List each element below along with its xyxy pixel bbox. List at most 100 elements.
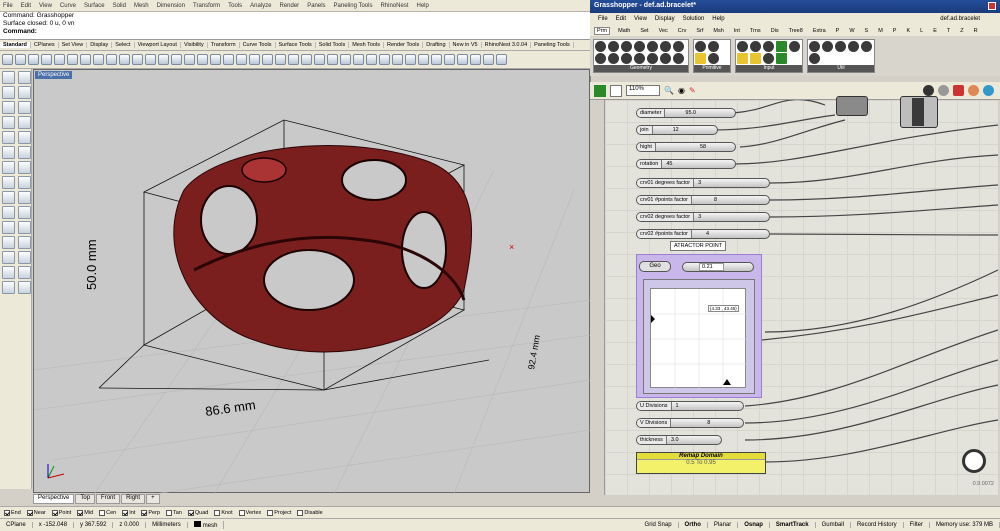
- point-param-icon[interactable]: [647, 41, 658, 52]
- gh-tab-extra-11[interactable]: Extra: [811, 28, 828, 34]
- left-tool-4-icon[interactable]: [18, 86, 31, 99]
- checkbox-icon[interactable]: [99, 509, 106, 516]
- gh-tab-prm-0[interactable]: Prm: [594, 26, 611, 35]
- print-icon[interactable]: [41, 54, 52, 65]
- status-layer[interactable]: mesh: [188, 521, 225, 529]
- toolbar-tab-select[interactable]: Select: [112, 42, 135, 48]
- pan-icon[interactable]: [132, 54, 143, 65]
- left-tool-29-icon[interactable]: [2, 281, 15, 294]
- viewport-title[interactable]: Perspective: [35, 71, 73, 79]
- layers-icon[interactable]: [249, 54, 260, 65]
- osnap-point[interactable]: Point: [51, 509, 71, 516]
- gh-tab-crv-4[interactable]: Crv: [676, 28, 689, 34]
- left-tool-18-icon[interactable]: [18, 191, 31, 204]
- zoom-extents-icon[interactable]: [184, 54, 195, 65]
- gh-tab-math-1[interactable]: Math: [616, 28, 632, 34]
- toolbar-tab-display[interactable]: Display: [87, 42, 113, 48]
- perspective-viewport[interactable]: × 50.0 mm 86.6 mm 92.4 mm: [33, 69, 592, 495]
- mesh-icon[interactable]: [444, 54, 455, 65]
- osnap-disable[interactable]: Disable: [297, 509, 323, 516]
- four-views-icon[interactable]: [210, 54, 221, 65]
- layout-icon[interactable]: [379, 54, 390, 65]
- vector-param-icon[interactable]: [660, 41, 671, 52]
- checkbox-icon[interactable]: [141, 509, 148, 516]
- menu-item-curve[interactable]: Curve: [60, 3, 76, 9]
- osnap-toggle[interactable]: Osnap: [738, 522, 770, 528]
- osnap-mid[interactable]: Mid: [77, 509, 93, 516]
- menu-item-view[interactable]: View: [39, 3, 52, 9]
- menu-item-tools[interactable]: Tools: [228, 3, 242, 9]
- gh-menu-view[interactable]: View: [634, 16, 647, 22]
- gh-menu-solution[interactable]: Solution: [683, 16, 705, 22]
- close-icon[interactable]: [988, 2, 996, 10]
- osnap-icon[interactable]: [366, 54, 377, 65]
- gh-menu-file[interactable]: File: [598, 16, 608, 22]
- analyze-icon[interactable]: [457, 54, 468, 65]
- osnap-project[interactable]: Project: [267, 509, 291, 516]
- open-icon[interactable]: [610, 84, 622, 97]
- gh-tab-s-14[interactable]: S: [863, 28, 871, 34]
- gh-tab-p-12[interactable]: P: [834, 28, 842, 34]
- record-history-toggle[interactable]: Record History: [851, 522, 904, 528]
- render-icon[interactable]: [288, 54, 299, 65]
- gh-tab-trns-8[interactable]: Trns: [748, 28, 763, 34]
- left-tool-30-icon[interactable]: [18, 281, 31, 294]
- checkbox-icon[interactable]: [214, 509, 221, 516]
- slider-join[interactable]: join 12: [636, 125, 718, 135]
- world-icon[interactable]: [496, 54, 507, 65]
- toolbar-tab-solid-tools[interactable]: Solid Tools: [316, 42, 350, 48]
- toolbar-tab-paneling-tools[interactable]: Paneling Tools: [531, 42, 574, 48]
- gh-tab-vec-3[interactable]: Vec: [657, 28, 670, 34]
- toolbar-tab-viewport-layout[interactable]: Viewport Layout: [135, 42, 181, 48]
- gh-tab-set-2[interactable]: Set: [638, 28, 650, 34]
- left-tool-15-icon[interactable]: [2, 176, 15, 189]
- gh-tab-p-16[interactable]: P: [891, 28, 899, 34]
- vp-tab-top[interactable]: Top: [75, 494, 96, 504]
- toolbar-tab-standard[interactable]: Standard: [0, 42, 31, 48]
- select-icon[interactable]: [236, 54, 247, 65]
- left-tool-8-icon[interactable]: [18, 116, 31, 129]
- slider-crv01-points-factor[interactable]: crv01 #points factor 8: [636, 195, 770, 205]
- status-cplane[interactable]: CPlane: [0, 522, 33, 528]
- checkbox-icon[interactable]: [297, 509, 304, 516]
- left-tool-17-icon[interactable]: [2, 191, 15, 204]
- left-tool-21-icon[interactable]: [2, 221, 15, 234]
- gumball-icon[interactable]: [431, 54, 442, 65]
- component-node-d[interactable]: [836, 96, 868, 116]
- toolbar-tab-visibility[interactable]: Visibility: [181, 42, 208, 48]
- left-tool-24-icon[interactable]: [18, 236, 31, 249]
- slider-diameter[interactable]: diameter 95.0: [636, 108, 736, 118]
- preview-selected-icon[interactable]: [968, 85, 979, 96]
- osnap-perp[interactable]: Perp: [141, 509, 160, 516]
- toggle-icon[interactable]: [750, 41, 761, 52]
- osnap-cen[interactable]: Cen: [99, 509, 116, 516]
- slider-crv01-degrees-factor[interactable]: crv01 degrees factor 3: [636, 178, 770, 188]
- md-slider-icon[interactable]: [763, 53, 774, 64]
- ortho-toggle[interactable]: Ortho: [679, 522, 708, 528]
- gh-tab-z-21[interactable]: Z: [958, 28, 965, 34]
- gh-tab-r-22[interactable]: R: [972, 28, 980, 34]
- left-tool-22-icon[interactable]: [18, 221, 31, 234]
- osnap-quad[interactable]: Quad: [187, 509, 208, 516]
- galapagos-icon[interactable]: [848, 41, 859, 52]
- zoom-in-icon[interactable]: 🔍: [664, 86, 674, 95]
- cluster-icon[interactable]: [809, 41, 820, 52]
- left-tool-5-icon[interactable]: [2, 101, 15, 114]
- toolbar-tab-render-tools[interactable]: Render Tools: [384, 42, 424, 48]
- checkbox-icon[interactable]: [238, 509, 245, 516]
- gh-menu-display[interactable]: Display: [655, 16, 675, 22]
- left-tool-19-icon[interactable]: [2, 206, 15, 219]
- swatch-icon[interactable]: [776, 41, 787, 52]
- menu-item-transform[interactable]: Transform: [193, 3, 220, 9]
- vp-tab-add[interactable]: +: [146, 494, 160, 504]
- navigation-wheel-icon[interactable]: [962, 449, 986, 473]
- geo-param[interactable]: Geo: [639, 261, 671, 272]
- gh-tab-dis-9[interactable]: Dis: [769, 28, 781, 34]
- left-tool-27-icon[interactable]: [2, 266, 15, 279]
- help-icon[interactable]: [353, 54, 364, 65]
- surface-param-icon[interactable]: [621, 41, 632, 52]
- checkbox-icon[interactable]: [122, 509, 129, 516]
- menu-item-render[interactable]: Render: [280, 3, 300, 9]
- toolbar-tab-rhinonest-3-0-04[interactable]: RhinoNest 3.0.04: [482, 42, 532, 48]
- save-icon[interactable]: [594, 84, 606, 97]
